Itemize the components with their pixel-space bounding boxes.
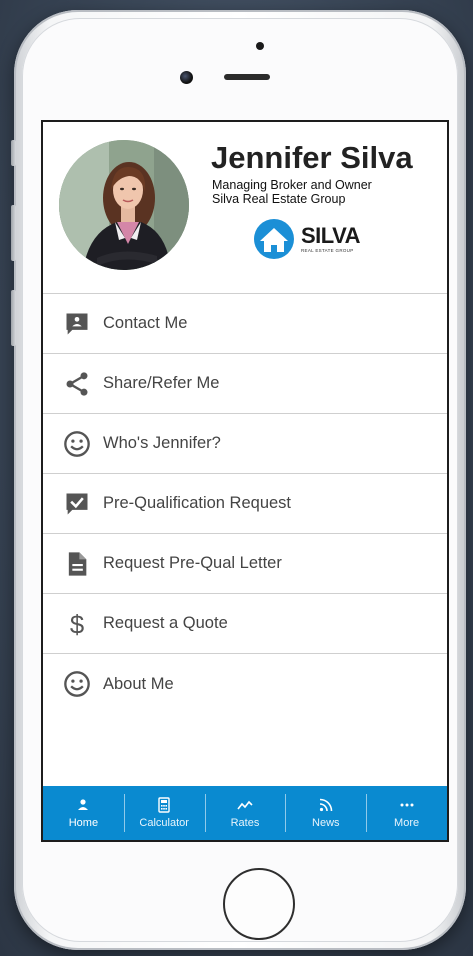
- tab-label: Rates: [230, 817, 260, 829]
- logo-subtext: REAL ESTATE GROUP: [301, 247, 354, 253]
- menu-item-label: Request Pre-Qual Letter: [103, 554, 282, 572]
- menu-item-request-quote[interactable]: $ Request a Quote: [43, 594, 447, 654]
- volume-up-button[interactable]: [11, 205, 16, 261]
- menu-item-whos-jennifer[interactable]: Who's Jennifer?: [43, 414, 447, 474]
- svg-text:$: $: [70, 611, 84, 638]
- tab-label: More: [394, 817, 420, 829]
- menu-item-label: Request a Quote: [103, 614, 228, 632]
- rss-icon: [319, 798, 333, 812]
- tab-rates[interactable]: Rates: [204, 786, 286, 840]
- smiley-icon: [61, 668, 93, 700]
- agent-name: Jennifer Silva: [211, 140, 413, 175]
- agent-subtitle: Managing Broker and Owner Silva Real Est…: [212, 178, 372, 206]
- mute-switch[interactable]: [11, 140, 16, 166]
- bottom-tab-bar: Home Calculator Rates News More: [43, 786, 447, 840]
- agent-company: Silva Real Estate Group: [212, 192, 346, 206]
- person-icon: [78, 799, 89, 810]
- menu-item-label: Who's Jennifer?: [103, 434, 221, 452]
- house-logo-icon: [254, 219, 294, 259]
- menu-item-about-me[interactable]: About Me: [43, 654, 447, 714]
- home-button[interactable]: [223, 868, 295, 940]
- tab-news[interactable]: News: [285, 786, 366, 840]
- document-icon: [61, 548, 93, 580]
- checkmark-chat-icon: [61, 488, 93, 520]
- profile-header: Jennifer Silva Managing Broker and Owner…: [43, 122, 447, 294]
- share-icon: [61, 368, 93, 400]
- proximity-sensor: [256, 42, 264, 50]
- company-logo: SILVA REAL ESTATE GROUP: [251, 218, 361, 260]
- front-camera-icon: [180, 71, 193, 84]
- tab-more[interactable]: More: [366, 786, 447, 840]
- menu-item-label: Share/Refer Me: [103, 374, 220, 392]
- main-menu: Contact Me Share/Refer Me Who's Jennifer…: [43, 294, 447, 714]
- logo-text: SILVA REAL ESTATE GROUP: [301, 222, 361, 254]
- menu-item-contact-me[interactable]: Contact Me: [43, 294, 447, 354]
- volume-down-button[interactable]: [11, 290, 16, 346]
- chat-bubble-icon: [61, 308, 93, 340]
- menu-item-share-refer[interactable]: Share/Refer Me: [43, 354, 447, 414]
- menu-item-pre-qualification[interactable]: Pre-Qualification Request: [43, 474, 447, 534]
- menu-item-label: Contact Me: [103, 314, 188, 332]
- tab-label: Calculator: [139, 817, 189, 829]
- avatar-photo: [59, 140, 189, 270]
- avatar: [59, 140, 189, 270]
- smiley-icon: [61, 428, 93, 460]
- menu-item-label: About Me: [103, 674, 174, 693]
- logo-word: SILVA: [301, 222, 361, 248]
- menu-item-label: Pre-Qualification Request: [103, 494, 292, 512]
- calculator-icon: [158, 797, 170, 813]
- menu-item-pre-qual-letter[interactable]: Request Pre-Qual Letter: [43, 534, 447, 594]
- trend-icon: [237, 800, 253, 810]
- tab-label: News: [312, 817, 340, 829]
- tab-home[interactable]: Home: [43, 786, 124, 840]
- dollar-icon: $: [61, 608, 93, 640]
- tab-calculator[interactable]: Calculator: [123, 786, 205, 840]
- app-screen: Jennifer Silva Managing Broker and Owner…: [41, 120, 449, 842]
- ellipsis-icon: [400, 803, 414, 807]
- agent-title: Managing Broker and Owner: [212, 178, 372, 192]
- tab-label: Home: [68, 817, 99, 829]
- earpiece-speaker: [224, 74, 270, 80]
